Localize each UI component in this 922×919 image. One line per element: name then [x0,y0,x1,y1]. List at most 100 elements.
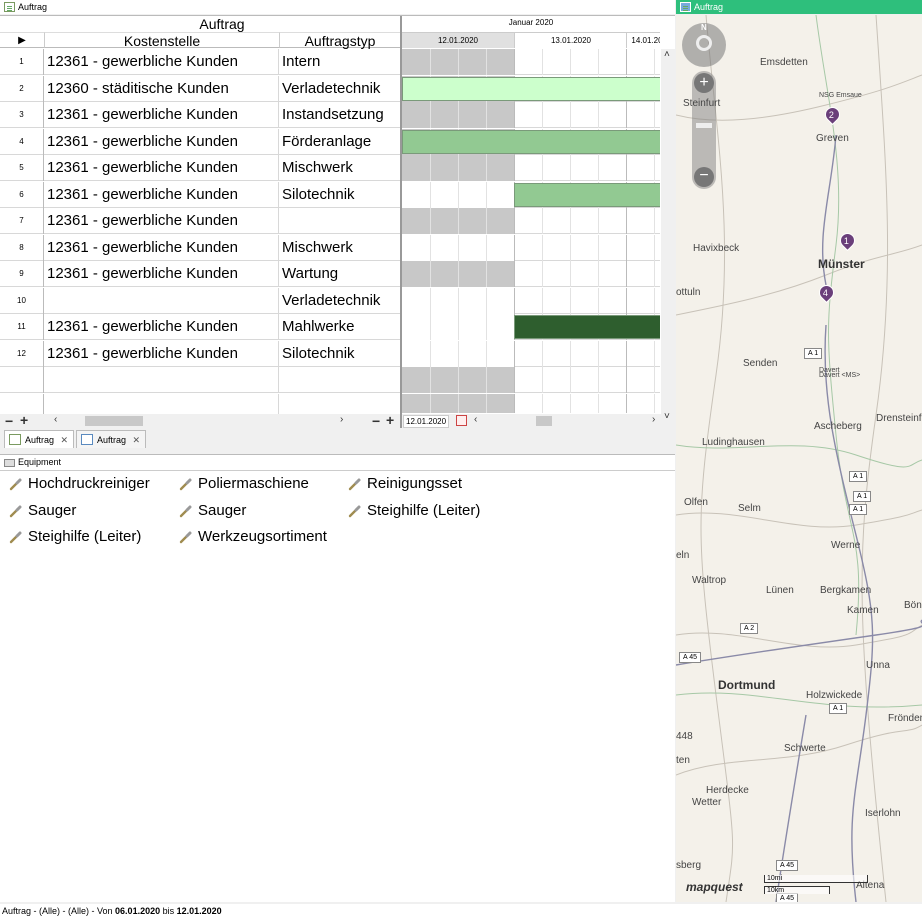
table-row[interactable]: 8 12361 - gewerbliche Kunden Mischwerk [0,234,400,261]
cell-kostenstelle[interactable]: 12361 - gewerbliche Kunden [44,128,279,155]
cell-auftragstyp[interactable]: Silotechnik [279,341,400,367]
cell-kostenstelle[interactable]: 12361 - gewerbliche Kunden [44,208,279,234]
gantt-row[interactable] [402,367,660,393]
expand-icon[interactable]: + [20,412,28,428]
cell-auftragstyp[interactable]: Wartung [279,261,400,287]
gantt-row[interactable] [402,234,660,261]
map-view[interactable]: N + − Emsdetten NSG Emsaue Steinfurt Greven… [676,15,922,902]
gantt-scroll-left-icon[interactable]: ‹ [474,414,477,425]
gantt-row[interactable] [402,287,660,314]
gantt-row[interactable] [402,314,660,340]
gantt-gridline [430,340,431,367]
gantt-bar[interactable] [514,182,660,207]
equipment-item[interactable]: Werkzeugsortiment [176,527,327,547]
row-indicator-header[interactable]: ▶ [0,32,44,48]
gantt-row[interactable] [402,49,660,75]
scroll-right-icon[interactable]: › [340,414,343,425]
scroll-left-icon[interactable]: ‹ [54,414,57,425]
cell-auftragstyp[interactable]: Mischwerk [279,235,400,261]
cell-auftragstyp[interactable]: Intern [279,49,400,75]
gantt-row[interactable] [402,75,660,102]
table-row[interactable]: 1 12361 - gewerbliche Kunden Intern [0,49,400,75]
close-icon[interactable]: ✕ [132,431,140,449]
rotate-icon[interactable] [696,35,712,51]
table-row[interactable]: 5 12361 - gewerbliche Kunden Mischwerk [0,155,400,181]
gantt-date-field[interactable]: 12.01.2020 [403,415,450,428]
cell-auftragstyp[interactable]: Instandsetzung [279,102,400,128]
table-row[interactable]: 2 12360 - städitische Kunden Verladetechni… [0,75,400,102]
equipment-item[interactable]: Steighilfe (Leiter) [345,501,480,521]
gantt-expand-icon[interactable]: + [386,412,394,428]
gantt-row[interactable] [402,102,660,128]
cell-auftragstyp[interactable]: Mahlwerke [279,314,400,340]
table-row[interactable]: 4 12361 - gewerbliche Kunden Förderanlage [0,128,400,155]
cell-kostenstelle[interactable]: 12361 - gewerbliche Kunden [44,102,279,128]
vertical-scrollbar[interactable]: ˄ ˅ [661,49,675,427]
gantt-bar[interactable] [514,315,660,339]
gantt-row[interactable] [402,208,660,234]
table-row-empty[interactable] [0,367,400,393]
cell-kostenstelle[interactable]: 12361 - gewerbliche Kunden [44,314,279,340]
equipment-item[interactable]: Sauger [176,501,246,521]
equipment-item[interactable]: Hochdruckreiniger [6,474,150,494]
tab-auftrag-1[interactable]: Auftrag ✕ [4,430,74,448]
tab-auftrag-2[interactable]: Auftrag ✕ [76,430,146,448]
close-icon[interactable]: ✕ [60,431,68,449]
cell-kostenstelle[interactable]: 12361 - gewerbliche Kunden [44,340,279,367]
gantt-row[interactable] [402,155,660,181]
zoom-slider-handle[interactable] [696,123,712,128]
equipment-item[interactable]: Poliermaschiene [176,474,309,494]
gantt-row[interactable] [402,181,660,208]
table-row[interactable]: 11 12361 - gewerbliche Kunden Mahlwerke [0,314,400,340]
cell-kostenstelle[interactable]: 12361 - gewerbliche Kunden [44,234,279,261]
gantt-scroll-thumb[interactable] [536,416,552,426]
grid-horizontal-scrollbar[interactable]: − + ‹ › − + [0,412,400,429]
cell-auftragstyp[interactable]: Verladetechnik [279,288,400,314]
grid-scroll-thumb[interactable] [85,416,143,426]
row-number: 1 [0,49,44,75]
table-row[interactable]: 3 12361 - gewerbliche Kunden Instandsetzun… [0,102,400,128]
gantt-bar[interactable] [402,76,660,101]
gantt-bar[interactable] [402,129,660,154]
gantt-gridline [430,367,431,393]
pan-control[interactable]: N [682,23,726,67]
scroll-up-icon[interactable]: ˄ [664,49,670,60]
table-row[interactable]: 9 12361 - gewerbliche Kunden Wartung [0,261,400,287]
zoom-in-icon[interactable]: + [694,73,714,93]
cell-kostenstelle[interactable]: 12361 - gewerbliche Kunden [44,49,279,75]
cell-auftragstyp[interactable]: Silotechnik [279,182,400,208]
table-row[interactable]: 6 12361 - gewerbliche Kunden Silotechnik [0,181,400,208]
scroll-down-icon[interactable]: ˅ [664,411,670,422]
cell-kostenstelle[interactable] [44,287,279,314]
gantt-horizontal-scrollbar[interactable]: 12.01.2020 ‹ › [402,414,661,428]
equipment-item[interactable]: Sauger [6,501,76,521]
cell-auftragstyp[interactable] [279,208,400,234]
equipment-item[interactable]: Reinigungsset [345,474,462,494]
calendar-icon[interactable] [456,415,467,426]
column-header-auftragstyp[interactable]: Auftragstyp [279,32,400,49]
collapse-icon[interactable]: − [5,413,13,429]
table-row[interactable]: 10 Verladetechnik [0,287,400,314]
column-header-kostenstelle[interactable]: Kostenstelle [44,32,279,49]
cell-kostenstelle[interactable] [44,367,279,393]
cell-kostenstelle[interactable]: 12361 - gewerbliche Kunden [44,155,279,181]
map-place-label: Bön [904,600,922,611]
gantt-row[interactable] [402,393,660,413]
zoom-out-icon[interactable]: − [694,167,714,187]
cell-kostenstelle[interactable]: 12361 - gewerbliche Kunden [44,181,279,208]
cell-kostenstelle[interactable]: 12361 - gewerbliche Kunden [44,261,279,287]
gantt-row[interactable] [402,128,660,155]
cell-kostenstelle[interactable]: 12360 - städitische Kunden [44,75,279,102]
gantt-row[interactable] [402,261,660,287]
equipment-item[interactable]: Steighilfe (Leiter) [6,527,141,547]
cell-auftragstyp[interactable]: Verladetechnik [279,76,400,102]
table-row[interactable]: 7 12361 - gewerbliche Kunden [0,208,400,234]
gantt-collapse-icon[interactable]: − [372,413,380,429]
gantt-row[interactable] [402,340,660,367]
cell-auftragstyp[interactable]: Mischwerk [279,155,400,181]
gantt-scroll-right-icon[interactable]: › [652,414,655,425]
zoom-control[interactable]: + − [692,71,716,189]
gantt-gridline [458,393,459,413]
table-row[interactable]: 12 12361 - gewerbliche Kunden Silotechnik [0,340,400,367]
cell-auftragstyp[interactable]: Förderanlage [279,129,400,155]
